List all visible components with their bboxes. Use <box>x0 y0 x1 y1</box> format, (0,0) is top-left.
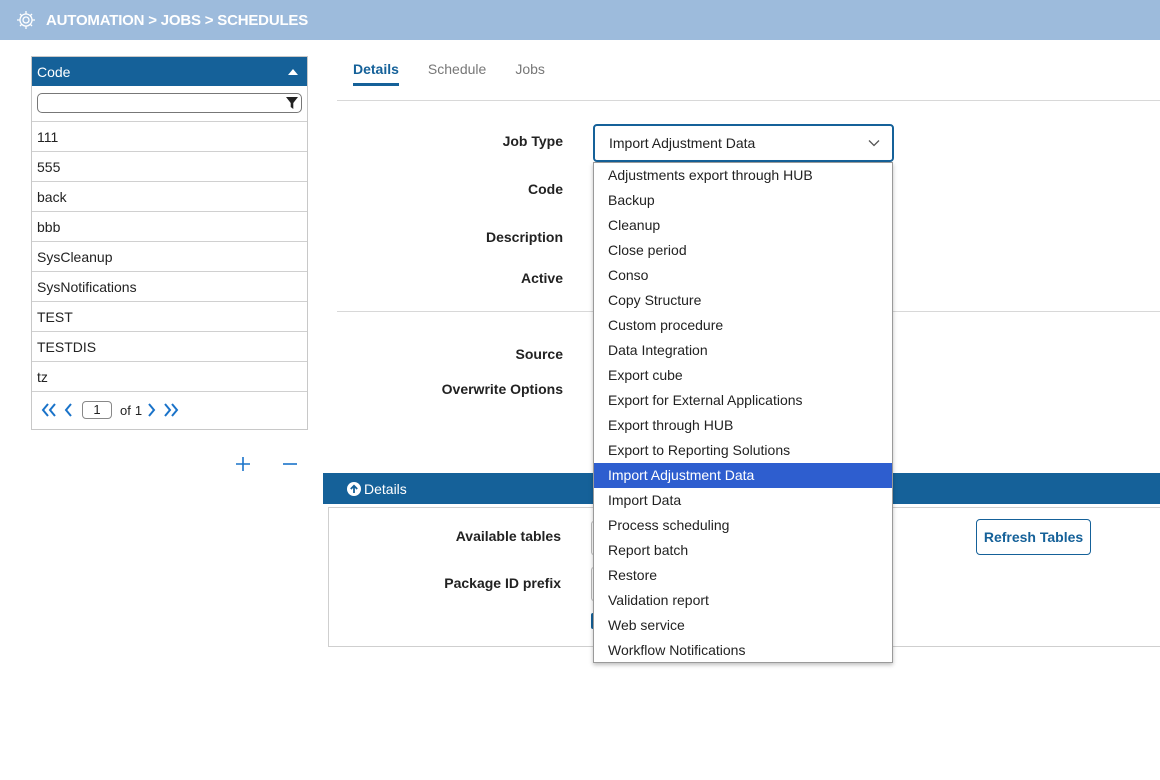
tab-schedule[interactable]: Schedule <box>428 61 486 86</box>
tab-details[interactable]: Details <box>353 61 399 86</box>
breadcrumb: AUTOMATION > JOBS > SCHEDULES <box>46 11 309 29</box>
code-column-label: Code <box>37 63 71 80</box>
job-type-option[interactable]: Report batch <box>594 538 892 563</box>
list-item[interactable]: back <box>32 182 307 212</box>
code-filter-input[interactable] <box>37 93 302 113</box>
top-bar: AUTOMATION > JOBS > SCHEDULES <box>0 0 1160 40</box>
filter-row <box>32 86 307 122</box>
job-type-option[interactable]: Export through HUB <box>594 413 892 438</box>
list-item[interactable]: bbb <box>32 212 307 242</box>
first-page-icon[interactable] <box>40 402 58 418</box>
job-type-option[interactable]: Validation report <box>594 588 892 613</box>
job-type-option[interactable]: Web service <box>594 613 892 638</box>
job-type-option[interactable]: Workflow Notifications <box>594 638 892 663</box>
list-item[interactable]: tz <box>32 362 307 392</box>
overwrite-options-label: Overwrite Options <box>441 381 563 397</box>
job-type-option[interactable]: Export to Reporting Solutions <box>594 438 892 463</box>
job-type-option[interactable]: Adjustments export through HUB <box>594 163 892 188</box>
job-type-option[interactable]: Close period <box>594 238 892 263</box>
job-type-label: Job Type <box>502 133 563 149</box>
tab-jobs[interactable]: Jobs <box>515 61 545 86</box>
collapse-up-icon[interactable] <box>347 481 361 496</box>
code-list-panel: Code 111 555 back bbb SysCleanup SysNotificat… <box>31 56 308 430</box>
job-type-option[interactable]: Data Integration <box>594 338 892 363</box>
job-type-option[interactable]: Export for External Applications <box>594 388 892 413</box>
job-type-option[interactable]: Conso <box>594 263 892 288</box>
code-label: Code <box>528 181 563 197</box>
package-id-prefix-label: Package ID prefix <box>444 575 561 591</box>
tab-bar: Details Schedule Jobs <box>353 61 545 86</box>
job-type-option[interactable]: Custom procedure <box>594 313 892 338</box>
page-total: 1 <box>134 402 143 418</box>
list-item[interactable]: SysCleanup <box>32 242 307 272</box>
next-page-icon[interactable] <box>146 402 158 418</box>
available-tables-label: Available tables <box>455 528 561 544</box>
remove-icon[interactable] <box>282 456 298 472</box>
code-column-header[interactable]: Code <box>32 57 307 86</box>
list-item[interactable]: SysNotifications <box>32 272 307 302</box>
refresh-tables-button[interactable]: Refresh Tables <box>976 519 1091 555</box>
pager: 1 of 1 <box>32 392 307 428</box>
job-type-select[interactable]: Import Adjustment Data <box>593 124 894 162</box>
page-number-input[interactable]: 1 <box>82 401 112 419</box>
chevron-down-icon[interactable] <box>868 139 880 147</box>
tab-divider <box>337 100 1160 101</box>
filter-funnel-icon[interactable] <box>286 97 298 109</box>
job-type-option[interactable]: Backup <box>594 188 892 213</box>
job-type-dropdown-list: Adjustments export through HUB Backup Clea… <box>593 162 893 663</box>
job-type-option[interactable]: Cleanup <box>594 213 892 238</box>
job-type-option[interactable]: Export cube <box>594 363 892 388</box>
page-of-label: of <box>120 402 131 418</box>
job-type-option[interactable]: Restore <box>594 563 892 588</box>
sort-ascending-icon[interactable] <box>288 68 298 75</box>
job-type-option[interactable]: Process scheduling <box>594 513 892 538</box>
source-label: Source <box>515 346 563 362</box>
list-item[interactable]: 555 <box>32 152 307 182</box>
last-page-icon[interactable] <box>162 402 180 418</box>
job-type-option[interactable]: Copy Structure <box>594 288 892 313</box>
job-type-option[interactable]: Import Data <box>594 488 892 513</box>
description-label: Description <box>485 229 563 245</box>
app-logo-icon <box>17 11 35 29</box>
details-section-title: Details <box>364 480 407 497</box>
list-item[interactable]: 111 <box>32 122 307 152</box>
prev-page-icon[interactable] <box>62 402 74 418</box>
code-list: 111 555 back bbb SysCleanup SysNotifications T… <box>32 122 307 392</box>
job-type-value: Import Adjustment Data <box>609 135 756 151</box>
list-item[interactable]: TESTDIS <box>32 332 307 362</box>
active-label: Active <box>520 270 563 286</box>
list-item[interactable]: TEST <box>32 302 307 332</box>
add-icon[interactable] <box>235 456 251 472</box>
job-type-option[interactable]: Import Adjustment Data <box>594 463 892 488</box>
